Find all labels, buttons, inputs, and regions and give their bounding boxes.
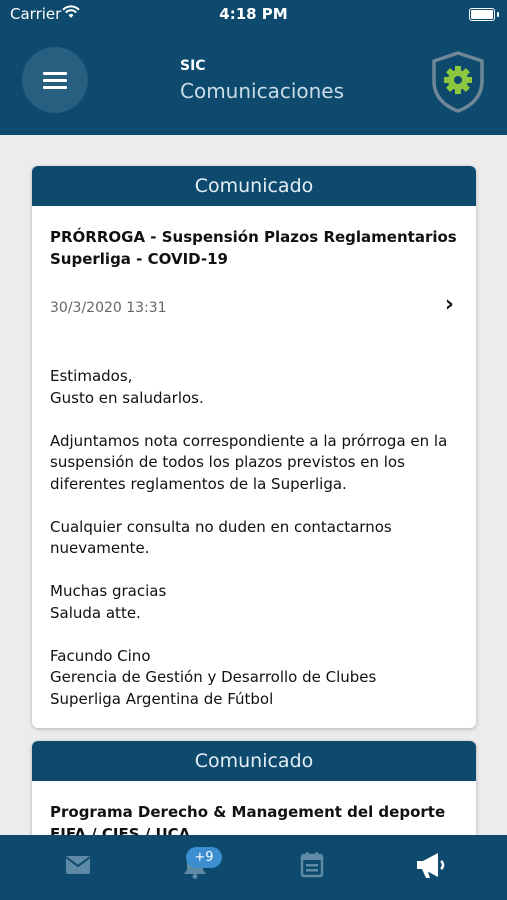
post-card[interactable]: Comunicado PRÓRROGA - Suspensión Plazos … bbox=[32, 166, 476, 728]
megaphone-icon[interactable] bbox=[410, 847, 450, 883]
body-line: Adjuntamos nota correspondiente a la pró… bbox=[50, 431, 448, 493]
notification-badge: +9 bbox=[186, 847, 222, 868]
body-line: Superliga Argentina de Fútbol bbox=[50, 689, 274, 708]
status-bar: Carrier 4:18 PM bbox=[0, 0, 507, 30]
post-body: Estimados, Gusto en saludarlos. Adjuntam… bbox=[50, 366, 460, 728]
body-line: Muchas gracias bbox=[50, 582, 167, 600]
calendar-icon[interactable] bbox=[292, 847, 332, 883]
mail-icon[interactable] bbox=[58, 847, 98, 883]
settings-shield-icon[interactable] bbox=[430, 50, 486, 114]
app-header: SIC Comunicaciones bbox=[0, 30, 507, 135]
body-line: Gerencia de Gestión y Desarrollo de Club… bbox=[50, 668, 377, 686]
body-line: Cualquier consulta no duden en contactar… bbox=[50, 517, 392, 558]
post-card[interactable]: Comunicado Programa Derecho & Management… bbox=[32, 741, 476, 835]
communications-feed[interactable]: Comunicado PRÓRROGA - Suspensión Plazos … bbox=[0, 135, 507, 835]
page-title: Comunicaciones bbox=[180, 79, 345, 103]
chevron-right-icon[interactable]: › bbox=[445, 292, 454, 317]
hamburger-icon bbox=[43, 72, 67, 75]
card-header: Comunicado bbox=[32, 741, 476, 781]
clock: 4:18 PM bbox=[219, 5, 288, 23]
tab-bar: +9 bbox=[0, 835, 507, 900]
body-line: Estimados, bbox=[50, 367, 133, 385]
body-line: Saluda atte. bbox=[50, 603, 141, 622]
hamburger-icon-bar bbox=[43, 86, 67, 89]
body-line: Facundo Cino bbox=[50, 646, 151, 665]
body-line: Gusto en saludarlos. bbox=[50, 388, 204, 407]
post-title: Programa Derecho & Management del deport… bbox=[50, 803, 446, 835]
org-label: SIC bbox=[180, 58, 206, 74]
card-header: Comunicado bbox=[32, 166, 476, 206]
post-date: 30/3/2020 13:31 bbox=[50, 300, 167, 316]
battery-icon bbox=[469, 8, 499, 21]
menu-button[interactable] bbox=[22, 47, 88, 113]
post-title: PRÓRROGA - Suspensión Plazos Reglamentar… bbox=[50, 228, 457, 268]
hamburger-icon-bar bbox=[43, 79, 67, 82]
